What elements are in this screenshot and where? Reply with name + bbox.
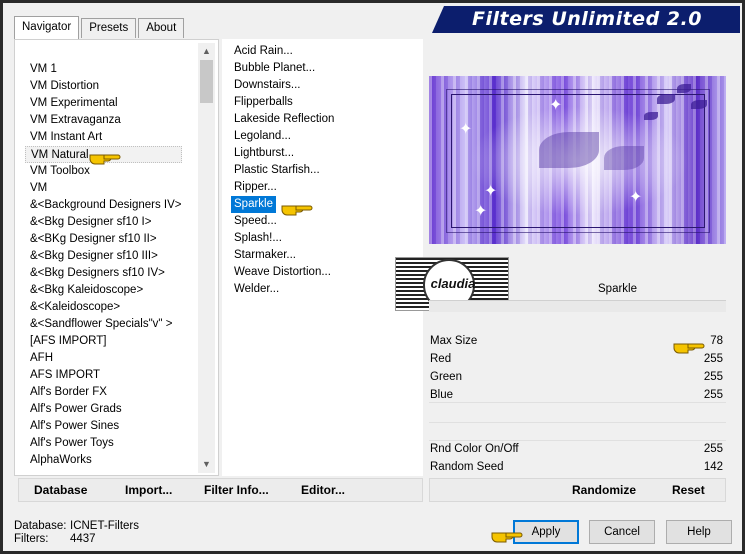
param-divider (429, 402, 726, 403)
category-list-panel: VM 1 VM Distortion VM Experimental VM Extra… (14, 39, 219, 476)
sparkle-star: ✦ (459, 121, 473, 138)
filter-item[interactable]: Bubble Planet... (231, 60, 337, 77)
param-value: 255 (703, 371, 723, 383)
preview-leaf (691, 100, 707, 109)
filter-item[interactable]: Acid Rain... (231, 43, 337, 60)
tab-navigator[interactable]: Navigator (14, 16, 80, 39)
preview-leaf (644, 112, 658, 120)
category-list: VM 1 VM Distortion VM Experimental VM Extra… (25, 61, 182, 469)
sparkle-star: ✦ (474, 203, 488, 220)
preview-image: ✦ ✦ ✦ ✦ ✦ (429, 76, 726, 244)
sparkle-star: ✦ (484, 183, 498, 200)
editor-button[interactable]: Editor... (301, 483, 345, 497)
scroll-thumb[interactable] (200, 60, 213, 103)
filter-item[interactable]: Ripper... (231, 179, 337, 196)
param-label: Random Seed (430, 461, 504, 473)
param-value: 78 (710, 335, 723, 347)
watermark-text: claudia (430, 276, 476, 291)
category-item[interactable]: VM Experimental (25, 95, 182, 112)
param-value: 255 (703, 443, 723, 455)
category-item[interactable]: &<Background Designers IV> (25, 197, 182, 214)
category-item[interactable]: AlphaWorks (25, 452, 182, 469)
category-item[interactable]: Alf's Power Grads (25, 401, 182, 418)
filter-list-panel: Acid Rain... Bubble Planet... Downstairs..… (222, 39, 423, 476)
tab-presets[interactable]: Presets (81, 18, 137, 38)
category-item[interactable]: Alf's Power Toys (25, 435, 182, 452)
sparkle-star: ✦ (629, 189, 643, 206)
param-label: Red (430, 353, 452, 365)
filter-item[interactable]: Flipperballs (231, 94, 337, 111)
cancel-button[interactable]: Cancel (589, 520, 655, 544)
sparkle-star: ✦ (549, 97, 563, 114)
left-button-bar: Database Import... Filter Info... Editor… (18, 478, 423, 502)
pointing-hand-icon (491, 532, 523, 543)
category-item[interactable]: Alf's Border FX (25, 384, 182, 401)
category-item[interactable]: &<Bkg Designers sf10 IV> (25, 265, 182, 282)
category-scrollbar[interactable]: ▲ ▼ (198, 43, 215, 473)
filter-item[interactable]: Plastic Starfish... (231, 162, 337, 179)
category-item[interactable]: &<Sandflower Specials"v" > (25, 316, 182, 333)
param-divider (429, 422, 726, 423)
database-value: ICNET-Filters (70, 520, 139, 532)
status-info: Database: ICNET-Filters Filters: 4437 (14, 520, 139, 546)
scroll-down-icon[interactable]: ▼ (198, 456, 215, 473)
filter-item[interactable]: Welder... (231, 281, 337, 298)
help-button[interactable]: Help (666, 520, 732, 544)
param-row-green[interactable]: Green 255 (429, 368, 726, 386)
preview-leaf (604, 146, 644, 170)
category-item[interactable]: VM Distortion (25, 78, 182, 95)
import-button[interactable]: Import... (125, 483, 172, 497)
filter-item[interactable]: Splash!... (231, 230, 337, 247)
tab-about[interactable]: About (138, 18, 185, 38)
param-divider (429, 440, 726, 441)
filter-item[interactable]: Lakeside Reflection (231, 111, 337, 128)
filters-label: Filters: (14, 533, 49, 545)
filter-item[interactable]: Weave Distortion... (231, 264, 337, 281)
category-item[interactable]: VM (25, 180, 182, 197)
filter-info-button[interactable]: Filter Info... (204, 483, 269, 497)
param-row-rnd-color[interactable]: Rnd Color On/Off 255 (429, 440, 726, 458)
pointing-hand-icon (89, 154, 121, 165)
category-item[interactable]: &<Bkg Designer sf10 I> (25, 214, 182, 231)
reset-button[interactable]: Reset (672, 483, 705, 497)
category-item[interactable]: &<BKg Designer sf10 II> (25, 231, 182, 248)
category-item[interactable]: VM Instant Art (25, 129, 182, 146)
param-value: 142 (703, 461, 723, 473)
preview-leaf (677, 84, 691, 93)
filter-item[interactable]: Sparkle (231, 196, 276, 213)
filter-item[interactable]: Legoland... (231, 128, 337, 145)
pointing-hand-icon (673, 343, 705, 354)
filter-item[interactable]: Downstairs... (231, 77, 337, 94)
category-item[interactable]: AFH (25, 350, 182, 367)
category-item[interactable]: [AFS IMPORT] (25, 333, 182, 350)
filters-count: 4437 (70, 533, 96, 545)
tab-bar: Navigator Presets About (14, 16, 186, 39)
filter-name-underline (429, 300, 726, 312)
database-button[interactable]: Database (34, 483, 87, 497)
category-item[interactable]: &<Bkg Designer sf10 III> (25, 248, 182, 265)
randomize-button[interactable]: Randomize (572, 483, 636, 497)
filter-item[interactable]: Starmaker... (231, 247, 337, 264)
filter-item[interactable]: Lightburst... (231, 145, 337, 162)
param-label: Green (430, 371, 462, 383)
param-value: 255 (703, 353, 723, 365)
app-title: Filters Unlimited 2.0 (472, 8, 702, 30)
preview-leaf (539, 132, 599, 168)
category-item[interactable]: VM Extravaganza (25, 112, 182, 129)
category-item[interactable]: AFS IMPORT (25, 367, 182, 384)
category-item[interactable]: Alf's Power Sines (25, 418, 182, 435)
scroll-up-icon[interactable]: ▲ (198, 43, 215, 60)
right-button-bar: Randomize Reset (429, 478, 726, 502)
database-label: Database: (14, 520, 67, 532)
category-item[interactable]: VM 1 (25, 61, 182, 78)
param-label: Max Size (430, 335, 478, 347)
category-item[interactable]: &<Bkg Kaleidoscope> (25, 282, 182, 299)
filter-name-title: Sparkle (598, 283, 637, 295)
preview-leaf (657, 94, 675, 104)
pointing-hand-icon (281, 205, 313, 216)
param-row-random-seed[interactable]: Random Seed 142 (429, 458, 726, 476)
category-item[interactable]: &<Kaleidoscope> (25, 299, 182, 316)
param-label: Rnd Color On/Off (430, 443, 519, 455)
filter-list: Acid Rain... Bubble Planet... Downstairs..… (231, 43, 337, 298)
